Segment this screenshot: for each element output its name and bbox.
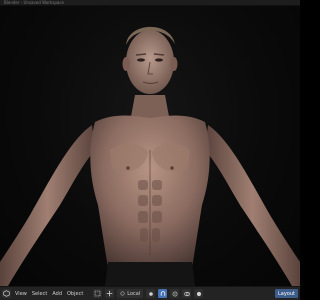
shading-solid-icon[interactable] (194, 289, 204, 298)
character-model[interactable] (0, 0, 300, 286)
pivot-icon[interactable] (146, 289, 156, 298)
overlay-icon[interactable] (182, 289, 192, 298)
select-box-icon[interactable] (93, 289, 103, 298)
proportional-edit-icon[interactable] (170, 289, 180, 298)
snap-icon[interactable] (158, 289, 168, 298)
move-icon[interactable] (105, 289, 115, 298)
view3d-icon[interactable] (2, 289, 11, 298)
menu-object[interactable]: Object (66, 291, 84, 297)
menu-select[interactable]: Select (31, 291, 48, 297)
workspace-tab[interactable]: Layout (275, 289, 298, 298)
orientation-label: Local (127, 290, 141, 297)
workspace-tab-label: Layout (278, 290, 295, 297)
orientation-dropdown[interactable]: Local (117, 289, 144, 298)
orientation-icon (120, 291, 125, 296)
3d-viewport[interactable]: Blender - Unsaved Workspace (0, 0, 300, 286)
viewport-header: View Select Add Object Local Layout (0, 286, 300, 300)
menu-add[interactable]: Add (51, 291, 63, 297)
menu-view[interactable]: View (14, 291, 28, 297)
